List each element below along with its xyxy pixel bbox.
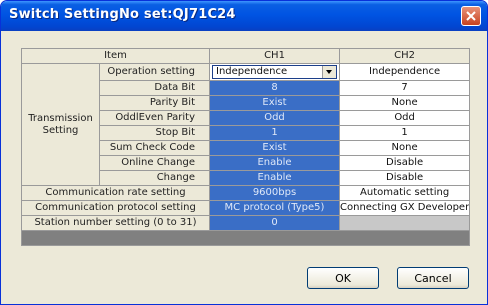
- row-label: Change: [99, 170, 210, 186]
- ch1-cell[interactable]: 1: [209, 125, 340, 141]
- row-label: Parity Bit: [99, 95, 210, 111]
- row-label: Sum Check Code: [99, 140, 210, 156]
- dropdown-value: Independence: [216, 66, 288, 77]
- switch-setting-dialog: Switch SettingNo set:QJ71C24 Item CH1 CH…: [0, 0, 488, 305]
- ch1-cell[interactable]: Enable: [209, 155, 340, 171]
- ch2-communication-protocol-cell[interactable]: Connecting GX Developer: [338, 200, 471, 216]
- ch2-cell[interactable]: Disable: [338, 170, 471, 186]
- ok-button[interactable]: OK: [307, 267, 379, 289]
- station-number-label: Station number setting (0 to 31): [21, 215, 210, 231]
- row-label: Data Bit: [99, 80, 210, 96]
- window-title: Switch SettingNo set:QJ71C24: [9, 7, 236, 22]
- chevron-down-icon[interactable]: [322, 66, 336, 78]
- ch1-communication-rate-cell[interactable]: 9600bps: [209, 185, 340, 201]
- ch2-cell[interactable]: Independence: [338, 63, 471, 81]
- header-item: Item: [21, 48, 210, 64]
- ch1-cell[interactable]: Exist: [209, 95, 340, 111]
- ch1-station-number-cell[interactable]: 0: [209, 215, 340, 231]
- ch2-cell[interactable]: 1: [338, 125, 471, 141]
- row-label: Stop Bit: [99, 125, 210, 141]
- table-footer-bar: [20, 230, 471, 246]
- communication-rate-label: Communication rate setting: [21, 185, 210, 201]
- header-ch1: CH1: [209, 48, 340, 64]
- ch2-cell[interactable]: Disable: [338, 155, 471, 171]
- cancel-button[interactable]: Cancel: [397, 267, 469, 289]
- row-label: OddlEven Parity: [99, 110, 210, 126]
- ch2-cell[interactable]: None: [338, 140, 471, 156]
- ch1-cell[interactable]: Enable: [209, 170, 340, 186]
- title-bar[interactable]: Switch SettingNo set:QJ71C24: [1, 1, 487, 31]
- transmission-setting-group: Transmission Setting: [21, 63, 100, 186]
- ch1-cell[interactable]: Odd: [209, 110, 340, 126]
- ch2-cell[interactable]: None: [338, 95, 471, 111]
- operation-setting-dropdown[interactable]: Independence: [212, 65, 337, 79]
- row-label: Operation setting: [99, 63, 210, 81]
- settings-table: Item CH1 CH2 Transmission Setting Operat…: [20, 48, 471, 246]
- close-icon: [466, 11, 476, 21]
- ch1-communication-protocol-cell[interactable]: MC protocol (Type5): [209, 200, 340, 216]
- ch2-communication-rate-cell[interactable]: Automatic setting: [338, 185, 471, 201]
- row-label: Online Change: [99, 155, 210, 171]
- ch1-operation-setting-cell[interactable]: Independence: [209, 63, 340, 81]
- ch1-cell[interactable]: 8: [209, 80, 340, 96]
- ch2-cell[interactable]: Odd: [338, 110, 471, 126]
- ch2-station-number-cell: [338, 215, 471, 231]
- header-ch2: CH2: [338, 48, 471, 64]
- communication-protocol-label: Communication protocol setting: [21, 200, 210, 216]
- dialog-body: Item CH1 CH2 Transmission Setting Operat…: [4, 31, 484, 301]
- ch1-cell[interactable]: Exist: [209, 140, 340, 156]
- ch2-cell[interactable]: 7: [338, 80, 471, 96]
- close-button[interactable]: [461, 6, 481, 26]
